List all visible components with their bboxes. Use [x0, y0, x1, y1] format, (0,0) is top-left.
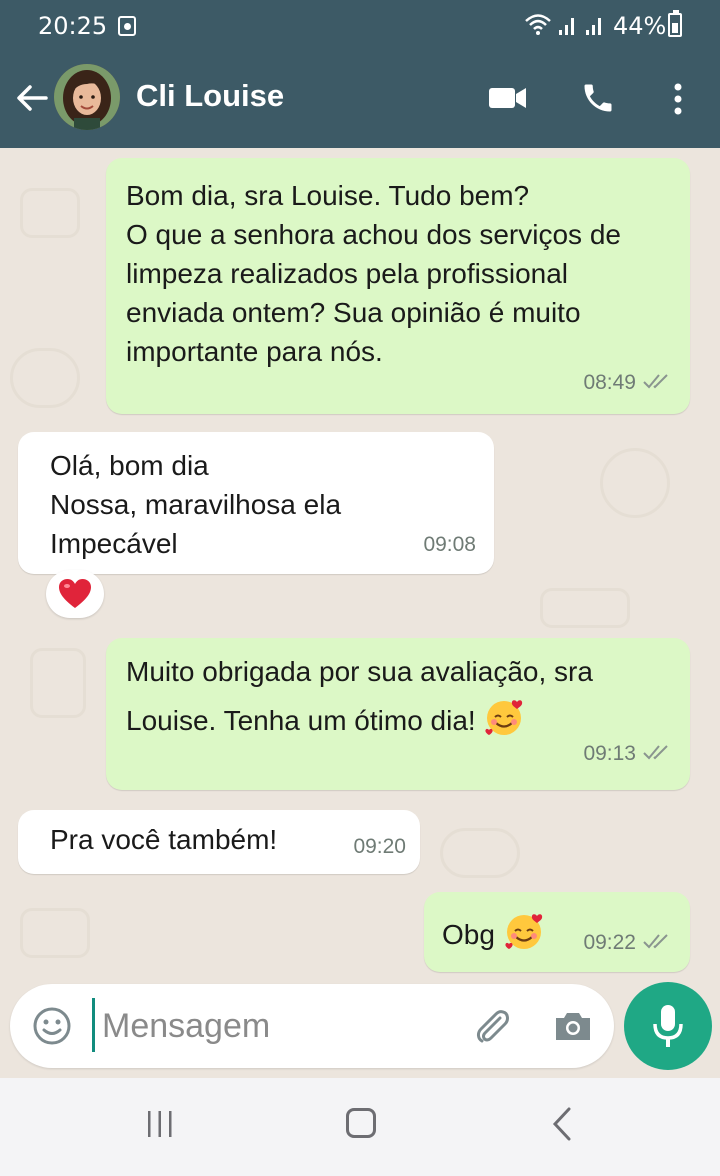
message-bubble-outgoing[interactable]: Bom dia, sra Louise. Tudo bem? O que a s… — [106, 158, 690, 414]
message-text: Pra você também! — [50, 824, 278, 855]
signal-icon — [586, 18, 601, 35]
avatar[interactable] — [54, 64, 120, 130]
smiling-face-with-hearts-icon — [505, 914, 542, 949]
message-composer — [10, 984, 614, 1068]
chat-area[interactable]: Bom dia, sra Louise. Tudo bem? O que a s… — [0, 148, 720, 978]
wallpaper-doodle — [440, 828, 520, 878]
status-time: 20:25 — [38, 12, 108, 40]
message-time: 09:20 — [353, 835, 406, 858]
message-bubble-incoming[interactable]: Olá, bom dia Nossa, maravilhosa ela Impe… — [18, 432, 494, 574]
message-meta: 08:49 — [583, 363, 672, 402]
phone-call-icon[interactable] — [580, 80, 616, 116]
battery-icon — [668, 10, 682, 37]
message-text: Obg — [442, 919, 495, 950]
emoji-picker-icon[interactable] — [32, 1006, 72, 1046]
heart-icon — [59, 579, 91, 608]
message-time: 09:08 — [423, 533, 476, 556]
more-options-icon[interactable] — [666, 80, 690, 118]
signal-icon — [559, 18, 574, 35]
chat-header: Cli Louise — [0, 52, 720, 148]
attachment-icon[interactable] — [470, 1004, 514, 1048]
message-bubble-outgoing[interactable]: Muito obrigada por sua avaliação, sra Lo… — [106, 638, 690, 790]
message-time: 08:49 — [583, 371, 636, 394]
smiling-face-with-hearts-icon — [485, 700, 523, 735]
wallpaper-doodle — [540, 588, 630, 628]
nav-back-icon[interactable] — [550, 1106, 574, 1142]
message-text: Olá, bom dia Nossa, maravilhosa ela Impe… — [50, 450, 342, 559]
system-nav-bar — [0, 1078, 720, 1176]
wallpaper-doodle — [10, 348, 80, 408]
message-input[interactable] — [102, 998, 462, 1054]
recent-apps-icon[interactable] — [144, 1108, 176, 1140]
back-arrow-icon[interactable] — [14, 80, 50, 116]
text-cursor — [92, 998, 95, 1052]
battery-percent: 44% — [613, 12, 667, 40]
message-bubble-incoming[interactable]: Pra você também! 09:20 — [18, 810, 420, 874]
voice-message-button[interactable] — [624, 982, 712, 1070]
wallpaper-doodle — [20, 908, 90, 958]
double-check-icon — [643, 745, 668, 760]
wallpaper-doodle — [600, 448, 670, 518]
contact-name[interactable]: Cli Louise — [136, 78, 284, 114]
wallpaper-doodle — [30, 648, 86, 718]
notification-icon — [118, 16, 136, 36]
microphone-icon — [653, 1005, 683, 1047]
message-bubble-outgoing[interactable]: Obg 09:22 — [424, 892, 690, 972]
camera-icon[interactable] — [552, 1006, 594, 1046]
double-check-icon — [643, 374, 668, 389]
wallpaper-doodle — [20, 188, 80, 238]
message-meta: 09:13 — [583, 730, 672, 778]
message-time: 09:22 — [583, 931, 636, 954]
double-check-icon — [643, 934, 668, 949]
message-text: Bom dia, sra Louise. Tudo bem? O que a s… — [126, 180, 621, 367]
video-call-icon[interactable] — [488, 84, 528, 112]
message-time: 09:13 — [583, 742, 636, 765]
message-meta: 09:22 — [583, 923, 672, 962]
wifi-icon — [525, 14, 551, 35]
status-bar: 20:25 44% — [0, 0, 720, 52]
home-icon[interactable] — [346, 1108, 376, 1138]
message-reaction[interactable] — [46, 570, 104, 618]
